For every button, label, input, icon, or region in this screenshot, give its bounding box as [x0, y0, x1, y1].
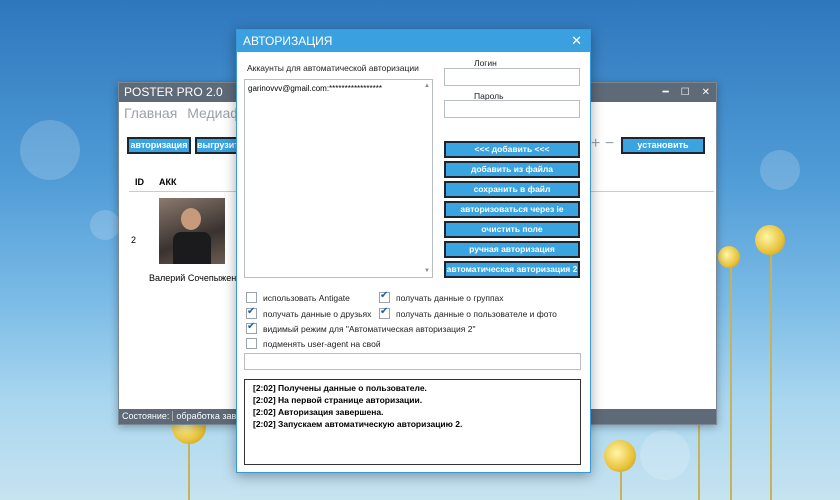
flower-stem: [770, 240, 772, 500]
checkbox-user-agent[interactable]: подменять user-agent на свой: [246, 338, 381, 349]
wallpaper-bokeh: [20, 120, 80, 180]
checkbox-antigate[interactable]: использовать Antigate: [246, 292, 350, 303]
checkbox-label: получать данные о группах: [396, 292, 504, 303]
dialog-titlebar: АВТОРИЗАЦИЯ ✕: [237, 30, 590, 52]
window-title: POSTER PRO 2.0: [124, 85, 223, 99]
column-id: ID: [135, 177, 144, 187]
checkbox-friends[interactable]: получать данные о друзьях: [246, 306, 372, 319]
minus-button[interactable]: −: [605, 135, 614, 153]
close-icon[interactable]: ✕: [702, 83, 710, 102]
flower-stem: [730, 260, 732, 500]
checkbox-label: подменять user-agent на свой: [263, 338, 381, 349]
set-limit-button[interactable]: установить лимит: [621, 137, 705, 163]
checkbox-label: использовать Antigate: [263, 292, 350, 303]
row-name: Валерий Сочепыженко: [149, 273, 246, 283]
save-to-file-button[interactable]: сохранить в файл: [444, 181, 580, 198]
row-id: 2: [131, 235, 137, 245]
auth-dialog: АВТОРИЗАЦИЯ ✕ Аккаунты для автоматическо…: [236, 29, 591, 473]
scroll-down-icon[interactable]: ▼: [424, 268, 430, 274]
checkbox-box[interactable]: [379, 306, 390, 319]
checkbox-label: получать данные о друзьях: [263, 308, 372, 319]
log-line: [2:02] На первой странице авторизации.: [253, 395, 423, 405]
plus-button[interactable]: +: [591, 135, 600, 153]
upload-button[interactable]: выгрузит: [195, 137, 239, 154]
add-account-button[interactable]: <<< добавить <<<: [444, 141, 580, 158]
account-item[interactable]: garinovvv@gmail.com:*****************: [248, 84, 382, 93]
checkbox-box[interactable]: [246, 306, 257, 319]
add-from-file-button[interactable]: добавить из файла: [444, 161, 580, 178]
checkbox-box[interactable]: [246, 292, 257, 303]
window-controls: ━ ☐ ✕: [663, 83, 710, 102]
password-input[interactable]: [444, 100, 580, 118]
checkbox-box[interactable]: [379, 290, 390, 303]
user-avatar[interactable]: [159, 198, 225, 264]
log-line: [2:02] Получены данные о пользователе.: [253, 383, 427, 393]
clear-field-button[interactable]: очистить поле: [444, 221, 580, 238]
minimize-icon[interactable]: ━: [663, 83, 669, 102]
status-label: Состояние:: [122, 411, 170, 421]
auth-button[interactable]: авторизация: [127, 137, 191, 154]
column-acc: АКК: [159, 177, 177, 187]
wallpaper-bokeh: [640, 430, 690, 480]
accounts-list[interactable]: garinovvv@gmail.com:***************** ▲ …: [244, 79, 433, 278]
wallpaper-bokeh: [760, 150, 800, 190]
log-output[interactable]: [2:02] Получены данные о пользователе. […: [244, 379, 581, 465]
checkbox-label: получать данные о пользователе и фото: [396, 308, 557, 319]
login-input[interactable]: [444, 68, 580, 86]
login-label: Логин: [474, 58, 497, 68]
log-line: [2:02] Авторизация завершена.: [253, 407, 384, 417]
checkbox-groups[interactable]: получать данные о группах: [379, 290, 504, 303]
close-icon[interactable]: ✕: [571, 30, 582, 52]
checkbox-label: видимый режим для "Автоматическая автори…: [263, 323, 476, 334]
scroll-up-icon[interactable]: ▲: [424, 83, 430, 89]
manual-auth-button[interactable]: ручная авторизация: [444, 241, 580, 258]
progress-field: [244, 353, 581, 370]
checkbox-user-photo[interactable]: получать данные о пользователе и фото: [379, 306, 557, 319]
flower: [755, 225, 785, 255]
auto-auth-2-button[interactable]: автоматическая авторизация 2: [444, 261, 580, 278]
wallpaper-bokeh: [90, 210, 120, 240]
log-line: [2:02] Запускаем автоматическую авториза…: [253, 419, 463, 429]
menu-home[interactable]: Главная: [124, 105, 177, 121]
dialog-title: АВТОРИЗАЦИЯ: [243, 34, 333, 48]
checkbox-box[interactable]: [246, 338, 257, 349]
accounts-label: Аккаунты для автоматической авторизации: [247, 63, 419, 73]
checkbox-box[interactable]: [246, 321, 257, 334]
flower: [718, 246, 740, 268]
maximize-icon[interactable]: ☐: [681, 83, 690, 102]
flower: [604, 440, 636, 472]
checkbox-visible-mode[interactable]: видимый режим для "Автоматическая автори…: [246, 321, 476, 334]
auth-via-ie-button[interactable]: авторизоваться через ie: [444, 201, 580, 218]
